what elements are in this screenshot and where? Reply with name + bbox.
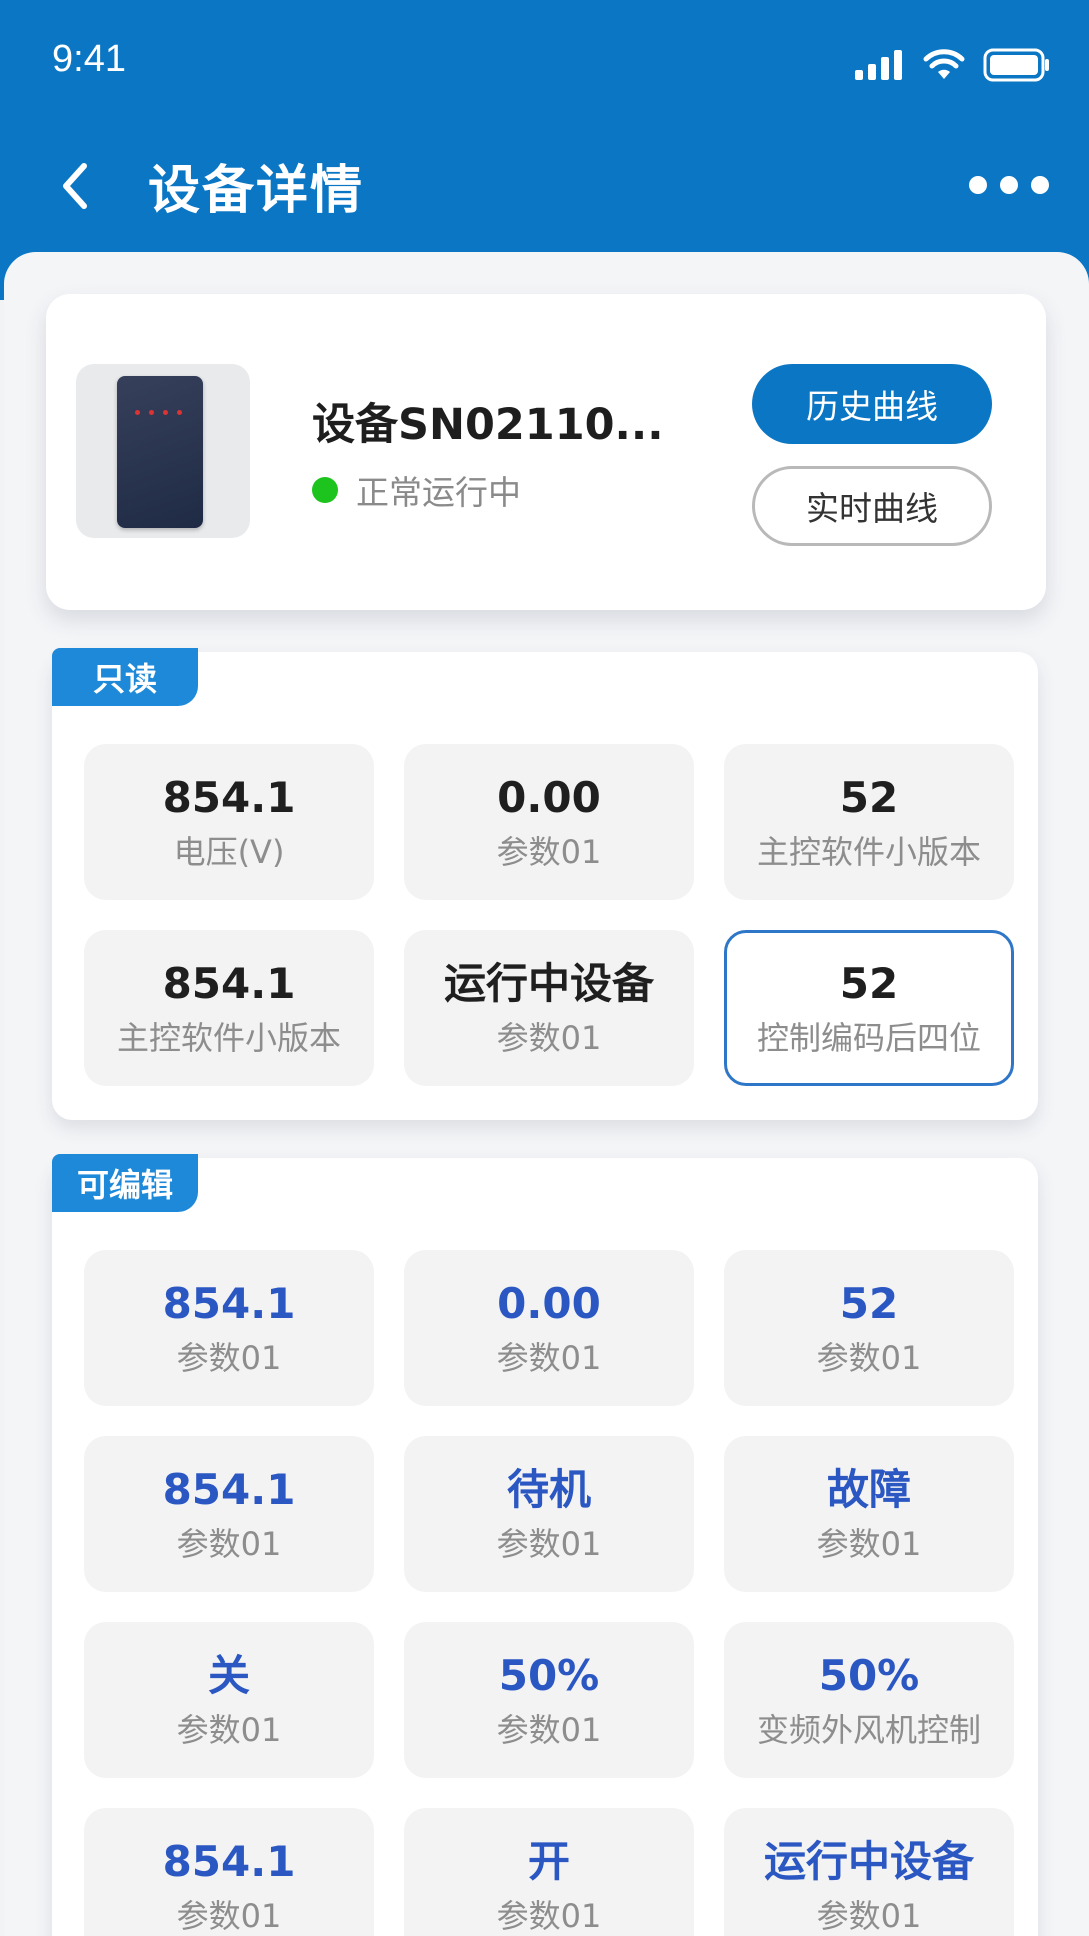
history-curve-button[interactable]: 历史曲线	[752, 364, 992, 444]
editable-section: 可编辑 854.1 参数01 0.00 参数01 52 参数01 854.1 参数01 …	[52, 1154, 1038, 1936]
wifi-icon	[923, 49, 965, 79]
item-label: 参数01	[176, 1525, 282, 1563]
item-value: 52	[839, 773, 899, 822]
editable-item[interactable]: 故障参数01	[724, 1436, 1014, 1592]
status-icons	[855, 48, 1051, 82]
item-value: 关	[207, 1651, 250, 1700]
editable-item[interactable]: 50% 参数01	[404, 1622, 694, 1778]
editable-item[interactable]: 50% 变频外风机控制	[724, 1622, 1014, 1778]
editable-item[interactable]: 854.1 参数01	[84, 1808, 374, 1936]
editable-item[interactable]: 待机参数01	[404, 1436, 694, 1592]
item-label: 电压(V)	[173, 833, 285, 871]
editable-tag: 可编辑	[52, 1154, 198, 1212]
item-value: 0.00	[497, 1279, 601, 1328]
item-value: 52	[839, 1279, 899, 1328]
item-label: 参数01	[496, 1019, 602, 1057]
item-label: 变频外风机控制	[756, 1711, 981, 1749]
device-name: 设备SN02110...	[312, 400, 664, 450]
item-label: 参数01	[816, 1897, 922, 1935]
readonly-item: 854.1 主控软件小版本	[84, 930, 374, 1086]
status-time: 9:41	[52, 38, 126, 80]
battery-icon	[983, 48, 1049, 82]
item-label: 参数01	[816, 1525, 922, 1563]
more-button[interactable]	[969, 176, 1049, 194]
readonly-grid: 854.1 电压(V) 0.00 参数01 52 主控软件小版本 854.1 主控软件小…	[84, 744, 1014, 1086]
readonly-item: 运行中设备参数01	[404, 930, 694, 1086]
editable-item[interactable]: 52 参数01	[724, 1250, 1014, 1406]
item-label: 参数01	[496, 1525, 602, 1563]
status-dot-icon	[312, 477, 338, 503]
editable-item[interactable]: 关参数01	[84, 1622, 374, 1778]
item-label: 主控软件小版本	[756, 833, 981, 871]
item-label: 参数01	[496, 1897, 602, 1935]
back-icon	[63, 163, 87, 209]
item-value: 52	[839, 959, 899, 1008]
item-label: 参数01	[496, 833, 602, 871]
item-value: 854.1	[162, 959, 296, 1008]
item-value: 运行中设备	[763, 1837, 974, 1886]
device-image	[76, 364, 250, 538]
realtime-curve-button[interactable]: 实时曲线	[752, 466, 992, 546]
item-value: 运行中设备	[443, 959, 654, 1008]
editable-item[interactable]: 854.1 参数01	[84, 1250, 374, 1406]
signal-icon	[855, 50, 902, 80]
item-value: 50%	[498, 1651, 600, 1700]
item-value: 50%	[818, 1651, 920, 1700]
device-card: 设备SN02110... 正常运行中 历史曲线 实时曲线	[46, 294, 1046, 610]
item-value: 854.1	[162, 1837, 296, 1886]
editable-item[interactable]: 运行中设备参数01	[724, 1808, 1014, 1936]
editable-item[interactable]: 0.00 参数01	[404, 1250, 694, 1406]
item-value: 待机	[506, 1465, 591, 1514]
item-value: 854.1	[162, 773, 296, 822]
readonly-item-selected: 52 控制编码后四位	[724, 930, 1014, 1086]
item-value: 0.00	[497, 773, 601, 822]
readonly-item: 0.00 参数01	[404, 744, 694, 900]
item-label: 参数01	[496, 1711, 602, 1749]
item-value: 开	[527, 1837, 570, 1886]
item-label: 参数01	[176, 1711, 282, 1749]
item-label: 主控软件小版本	[116, 1019, 341, 1057]
item-label: 参数01	[176, 1339, 282, 1377]
readonly-section: 只读 854.1 电压(V) 0.00 参数01 52 主控软件小版本 854.1 主控…	[52, 648, 1038, 1120]
readonly-tag: 只读	[52, 648, 198, 706]
item-label: 参数01	[176, 1897, 282, 1935]
item-label: 控制编码后四位	[756, 1019, 981, 1057]
editable-item[interactable]: 854.1 参数01	[84, 1436, 374, 1592]
item-value: 854.1	[162, 1465, 296, 1514]
editable-grid: 854.1 参数01 0.00 参数01 52 参数01 854.1 参数01 待机 参数…	[84, 1250, 1014, 1936]
readonly-item: 854.1 电压(V)	[84, 744, 374, 900]
page-title: 设备详情	[148, 161, 365, 221]
nav-bar: 设备详情	[0, 140, 1089, 230]
device-status-text: 正常运行中	[356, 473, 521, 512]
back-button[interactable]	[56, 158, 96, 214]
more-icon	[969, 176, 987, 194]
item-value: 854.1	[162, 1279, 296, 1328]
item-label: 参数01	[816, 1339, 922, 1377]
readonly-item: 52 主控软件小版本	[724, 744, 1014, 900]
editable-item[interactable]: 开参数01	[404, 1808, 694, 1936]
item-label: 参数01	[496, 1339, 602, 1377]
item-value: 故障	[826, 1465, 911, 1514]
device-status: 正常运行中	[312, 466, 521, 514]
